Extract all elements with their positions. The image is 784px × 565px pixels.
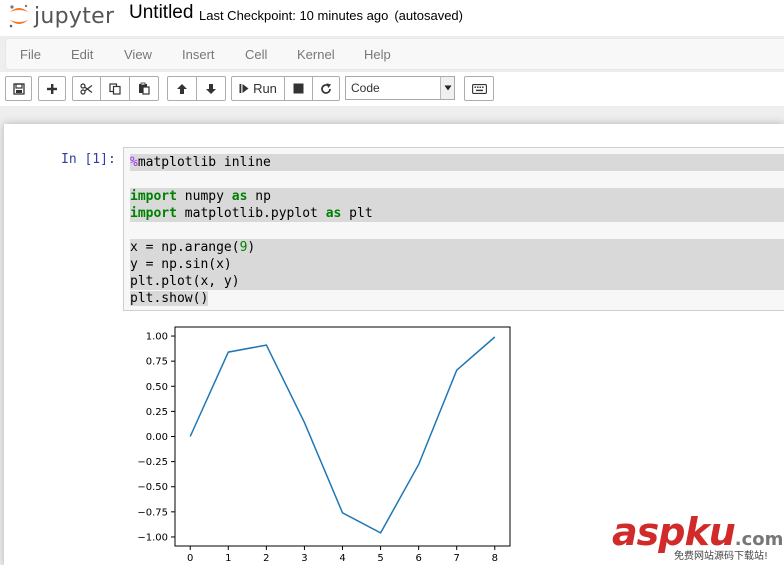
code-cell-input[interactable]: %matplotlib inline import numpy as np im… [123,147,784,311]
save-icon [12,82,25,95]
notebook-title[interactable]: Untitled [129,2,193,24]
y-tick-label: 0.75 [146,357,168,368]
x-tick-label: 3 [301,553,307,564]
menu-file[interactable]: File [20,47,41,62]
code-line: plt.plot(x, y) [130,273,784,290]
y-tick-label: 0.50 [146,382,168,393]
input-prompt: In [1]: [61,152,116,167]
arrow-down-icon [206,83,216,94]
plus-icon [47,83,57,94]
restart-kernel-button[interactable] [312,76,340,101]
keyword-token: import [130,189,177,204]
logo-text: jupyter [34,3,115,29]
move-up-button[interactable] [167,76,197,101]
run-button-group: Run [231,76,340,101]
cut-icon [80,82,93,95]
y-tick-label: 0.25 [146,407,168,418]
code-text: plt.show() [130,291,209,306]
code-text: x = np.arange( [130,240,240,255]
jupyter-logo-icon [9,4,28,28]
code-editor[interactable]: %matplotlib inline import numpy as np im… [130,154,784,307]
menu-kernel[interactable]: Kernel [297,47,335,62]
menu-help[interactable]: Help [364,47,391,62]
code-text: plt.plot(x, y) [130,274,240,289]
checkpoint-text: Last Checkpoint: 10 minutes ago [199,8,389,23]
paste-button[interactable] [129,76,159,101]
x-tick-label: 8 [492,553,498,564]
x-tick-label: 0 [187,553,193,564]
refresh-icon [321,82,331,94]
x-tick-label: 4 [339,553,345,564]
copy-button[interactable] [100,76,130,101]
move-button-group [167,76,226,101]
jupyter-logo[interactable]: jupyter [8,2,114,30]
menu-cell[interactable]: Cell [245,47,267,62]
code-text: np [247,189,271,204]
code-line: plt.show() [130,290,784,307]
checkpoint-status: Last Checkpoint: 10 minutes ago (autosave… [199,8,463,23]
menu-view[interactable]: View [124,47,152,62]
x-tick-label: 2 [263,553,269,564]
watermark-subtitle: 免费网站源码下载站! [674,551,769,562]
code-line: import numpy as np [130,188,784,205]
menu-insert[interactable]: Insert [182,47,215,62]
code-line: import matplotlib.pyplot as plt [130,205,784,222]
code-text: numpy [176,189,232,204]
move-down-button[interactable] [196,76,226,101]
x-tick-label: 7 [454,553,460,564]
step-forward-icon [239,84,249,93]
run-button-label: Run [253,81,277,96]
save-button[interactable] [5,76,32,101]
cell-type-select[interactable]: Code [345,76,455,100]
menu-edit[interactable]: Edit [71,47,93,62]
output-plot: 0 1 2 3 4 5 6 7 8 1.00 0.75 0.50 0.25 0.00 −0.25 −0.50 −… [137,326,511,564]
y-tick-label: −0.75 [137,507,168,518]
command-palette-button[interactable] [464,76,494,101]
y-tick-label: −0.50 [137,482,168,493]
cell-type-value: Code [351,81,380,95]
code-text: plt [341,206,373,221]
menu-bar: File Edit View Insert Cell Kernel Help [5,38,784,70]
cut-button[interactable] [72,76,101,101]
y-tick-label: −1.00 [137,532,168,543]
arrow-up-icon [177,83,187,94]
code-text: y = np.sin(x) [130,257,232,272]
x-tick-label: 1 [225,553,231,564]
x-tick-label: 5 [377,553,383,564]
keyword-token: import [130,206,177,221]
code-text: ) [247,240,256,255]
run-button[interactable]: Run [231,76,285,101]
keyword-token: as [325,206,342,221]
code-line: y = np.sin(x) [130,256,784,273]
interrupt-kernel-button[interactable] [284,76,313,101]
y-tick-label: 0.00 [146,432,168,443]
keyboard-icon [471,83,487,94]
code-text: matplotlib inline [137,155,271,170]
y-tick-label: −0.25 [137,457,168,468]
watermark: aspku.com 免费网站源码下载站! [612,510,784,565]
keyword-token: as [231,189,248,204]
y-tick-label: 1.00 [146,332,168,343]
code-text: matplotlib.pyplot [176,206,326,221]
stop-icon [293,83,304,94]
autosave-status: (autosaved) [394,8,463,23]
code-line: x = np.arange(9) [130,239,784,256]
dropdown-arrow[interactable] [440,77,454,99]
magic-token: % [130,155,138,170]
insert-cell-button[interactable] [38,76,66,101]
copy-icon [109,82,121,95]
code-line: %matplotlib inline [130,154,784,171]
header: jupyter Untitled Last Checkpoint: 10 min… [0,0,784,36]
edit-button-group [72,76,159,101]
paste-icon [139,82,150,95]
chevron-down-icon [444,85,451,91]
x-tick-label: 6 [415,553,421,564]
